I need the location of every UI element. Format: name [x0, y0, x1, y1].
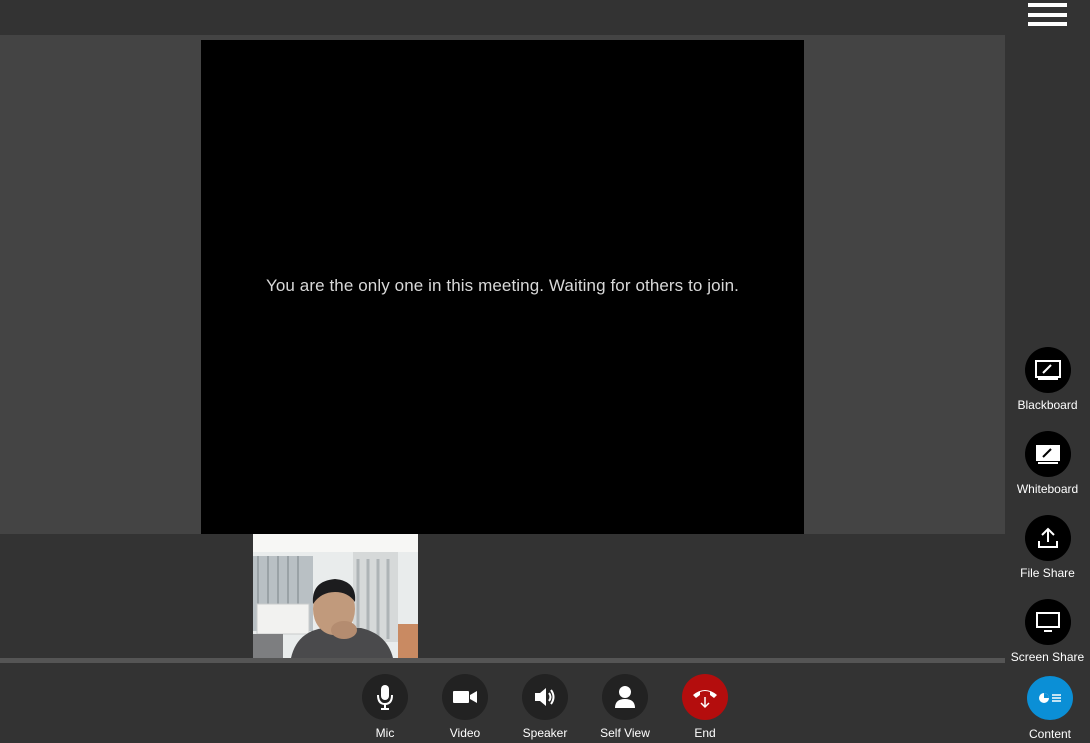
video-button[interactable]: Video [425, 674, 505, 740]
filmstrip [0, 534, 1005, 658]
end-label: End [694, 726, 716, 740]
file-share-label: File Share [1020, 566, 1075, 580]
monitor-icon [1035, 612, 1060, 632]
microphone-icon [377, 685, 393, 710]
screen-share-button[interactable]: Screen Share [1005, 599, 1090, 664]
video-camera-icon [453, 691, 477, 703]
waiting-message: You are the only one in this meeting. Wa… [265, 276, 739, 295]
speaker-icon [535, 688, 555, 706]
speaker-label: Speaker [522, 726, 568, 740]
whiteboard-icon [1035, 445, 1060, 464]
mic-button[interactable]: Mic [345, 674, 425, 740]
file-share-button[interactable]: File Share [1005, 515, 1090, 580]
blackboard-button[interactable]: Blackboard [1005, 347, 1090, 412]
end-call-button[interactable]: End [665, 674, 745, 740]
blackboard-label: Blackboard [1017, 398, 1078, 412]
blackboard-icon [1034, 360, 1061, 380]
whiteboard-button[interactable]: Whiteboard [1005, 431, 1090, 496]
mic-label: Mic [375, 726, 395, 740]
whiteboard-label: Whiteboard [1016, 482, 1079, 496]
upload-icon [1037, 527, 1058, 548]
self-view-label: Self View [600, 726, 650, 740]
self-view-thumbnail[interactable] [253, 534, 418, 658]
content-button[interactable]: Content [1010, 676, 1090, 741]
main-video-area: You are the only one in this meeting. Wa… [201, 40, 804, 534]
top-bar [0, 0, 1090, 35]
hang-up-icon [693, 690, 717, 709]
speaker-button[interactable]: Speaker [505, 674, 585, 740]
hamburger-menu-icon[interactable] [1024, 0, 1070, 30]
content-icon [1039, 693, 1061, 703]
content-label: Content [1028, 727, 1072, 741]
self-view-button[interactable]: Self View [585, 674, 665, 740]
video-label: Video [449, 726, 481, 740]
screen-share-label: Screen Share [1010, 650, 1085, 664]
person-icon [615, 686, 635, 708]
